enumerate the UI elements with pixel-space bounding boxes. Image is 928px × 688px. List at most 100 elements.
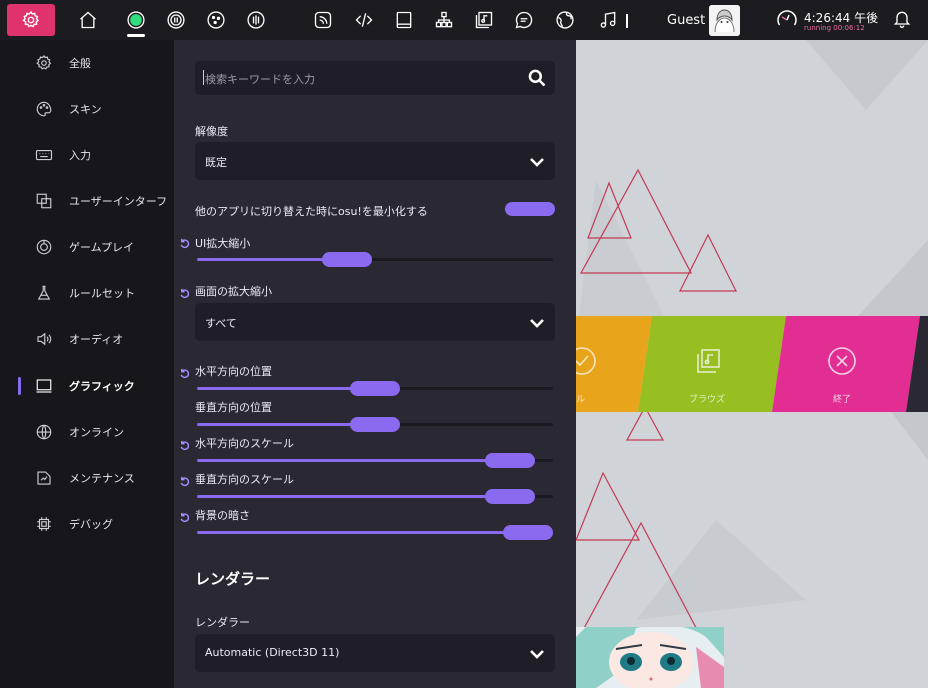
- ui-scale-slider[interactable]: [197, 252, 553, 268]
- changelog-button[interactable]: [347, 0, 381, 40]
- reset-icon[interactable]: [179, 284, 190, 299]
- h-position-label: 水平方向の位置: [195, 365, 272, 378]
- news-button[interactable]: [306, 0, 340, 40]
- circle-record-icon: [127, 11, 145, 29]
- play-button[interactable]: ル: [576, 316, 646, 412]
- slider-fill: [197, 495, 511, 498]
- music-sheet-icon: [475, 11, 493, 29]
- sidebar-item-label: オーディオ: [69, 333, 124, 346]
- palette-icon: [34, 99, 54, 119]
- ruleset-catch-button[interactable]: [199, 0, 233, 40]
- renderer-dropdown[interactable]: Automatic (Direct3D 11): [195, 634, 555, 672]
- sidebar-item-debug[interactable]: デバッグ: [0, 504, 174, 544]
- exit-button[interactable]: 終了: [790, 316, 900, 412]
- ruleset-mania-button[interactable]: [239, 0, 273, 40]
- beatmap-background-thumbnail: [576, 627, 724, 688]
- slider-fill: [197, 387, 375, 390]
- play-label: ル: [576, 395, 586, 405]
- reset-icon[interactable]: [179, 234, 190, 249]
- browse-label: ブラウズ: [689, 395, 726, 405]
- chevron-down-icon: [529, 315, 545, 334]
- sidebar-item-label: 入力: [69, 149, 91, 162]
- chevron-down-icon: [529, 646, 545, 665]
- user-name[interactable]: Guest: [667, 13, 705, 28]
- rankings-button[interactable]: [427, 0, 461, 40]
- globe-icon: [556, 11, 574, 29]
- wiki-button[interactable]: [387, 0, 421, 40]
- beatmap-listing-button[interactable]: [467, 0, 501, 40]
- clock-running: running 00:06:12: [804, 24, 865, 32]
- sidebar-item-maintenance[interactable]: メンテナンス: [0, 458, 174, 498]
- sidebar-item-graphics[interactable]: グラフィック: [0, 366, 174, 406]
- sidebar-item-gameplay[interactable]: ゲームプレイ: [0, 227, 174, 267]
- avatar[interactable]: [709, 5, 740, 36]
- windows-icon: [34, 191, 54, 211]
- music-sheet-icon: [697, 349, 720, 373]
- reset-icon[interactable]: [179, 508, 190, 523]
- search-icon[interactable]: [527, 68, 547, 92]
- pause-ring-icon: [167, 11, 185, 29]
- dim-slider[interactable]: [197, 525, 553, 541]
- gear-icon: [34, 53, 54, 73]
- sidebar-item-online[interactable]: オンライン: [0, 412, 174, 452]
- resolution-dropdown[interactable]: 既定: [195, 142, 555, 180]
- browse-button[interactable]: ブラウズ: [656, 316, 766, 412]
- renderer-value: Automatic (Direct3D 11): [205, 646, 340, 659]
- v-scale-slider[interactable]: [197, 489, 553, 505]
- dashboard-button[interactable]: [548, 0, 582, 40]
- sidebar-item-user-interface[interactable]: ユーザーインターフ: [0, 181, 174, 221]
- text-caret: [203, 70, 204, 85]
- home-button[interactable]: [71, 0, 105, 40]
- clock-icon[interactable]: [775, 8, 799, 36]
- toolbar: Guest 4:26:44 午後 running 00:06:12: [0, 0, 928, 40]
- sidebar-item-label: ゲームプレイ: [69, 241, 135, 254]
- slider-knob[interactable]: [321, 252, 372, 267]
- slider-knob[interactable]: [503, 525, 553, 540]
- chevron-down-icon: [529, 154, 545, 173]
- dim-label: 背景の暗さ: [195, 509, 250, 522]
- menu-button-band: ル ブラウズ 終了: [576, 316, 928, 412]
- sidebar-item-input[interactable]: 入力: [0, 135, 174, 175]
- now-playing-button[interactable]: [591, 0, 625, 40]
- slider-knob[interactable]: [485, 453, 536, 468]
- check-circle-icon: [576, 347, 596, 375]
- settings-panel: 検索キーワードを入力 解像度 既定 他のアプリに切り替えた時にosu!を最小化す…: [174, 40, 576, 688]
- toolbar-separator: [626, 14, 628, 28]
- slider-knob[interactable]: [350, 381, 400, 396]
- chat-button[interactable]: [507, 0, 541, 40]
- speaker-icon: [34, 329, 54, 349]
- slider-fill: [197, 423, 375, 426]
- settings-sidebar: 全般 スキン 入力 ユーザーインターフ ゲームプレイ ルールセット オーディオ …: [0, 40, 174, 688]
- reset-icon[interactable]: [179, 436, 190, 451]
- minimize-label: 他のアプリに切り替えた時にosu!を最小化する: [195, 205, 428, 218]
- sidebar-item-label: オンライン: [69, 426, 124, 439]
- search-input[interactable]: 検索キーワードを入力: [195, 61, 555, 95]
- book-icon: [396, 11, 412, 29]
- resolution-value: 既定: [205, 156, 227, 169]
- sidebar-item-label: ルールセット: [69, 287, 135, 300]
- v-position-slider[interactable]: [197, 417, 553, 433]
- h-scale-slider[interactable]: [197, 453, 553, 469]
- sidebar-item-audio[interactable]: オーディオ: [0, 319, 174, 359]
- h-scale-label: 水平方向のスケール: [195, 437, 294, 450]
- settings-button[interactable]: [7, 4, 55, 36]
- minimize-toggle[interactable]: [505, 202, 555, 216]
- v-scale-label: 垂直方向のスケール: [195, 473, 294, 486]
- gear-icon: [22, 10, 40, 28]
- bell-icon: [893, 11, 911, 28]
- sidebar-item-label: デバッグ: [69, 518, 113, 531]
- h-position-slider[interactable]: [197, 381, 553, 397]
- main-menu-background: ル ブラウズ 終了: [576, 40, 928, 688]
- code-icon: [355, 13, 373, 27]
- reset-icon[interactable]: [179, 364, 190, 379]
- close-circle-icon: [828, 347, 856, 375]
- notifications-button[interactable]: [892, 9, 912, 33]
- reset-icon[interactable]: [179, 472, 190, 487]
- ruleset-taiko-button[interactable]: [159, 0, 193, 40]
- screen-scale-dropdown[interactable]: すべて: [195, 303, 555, 341]
- slider-knob[interactable]: [350, 417, 400, 432]
- sidebar-item-general[interactable]: 全般: [0, 43, 174, 83]
- sidebar-item-rulesets[interactable]: ルールセット: [0, 273, 174, 313]
- sidebar-item-skin[interactable]: スキン: [0, 89, 174, 129]
- slider-knob[interactable]: [485, 489, 536, 504]
